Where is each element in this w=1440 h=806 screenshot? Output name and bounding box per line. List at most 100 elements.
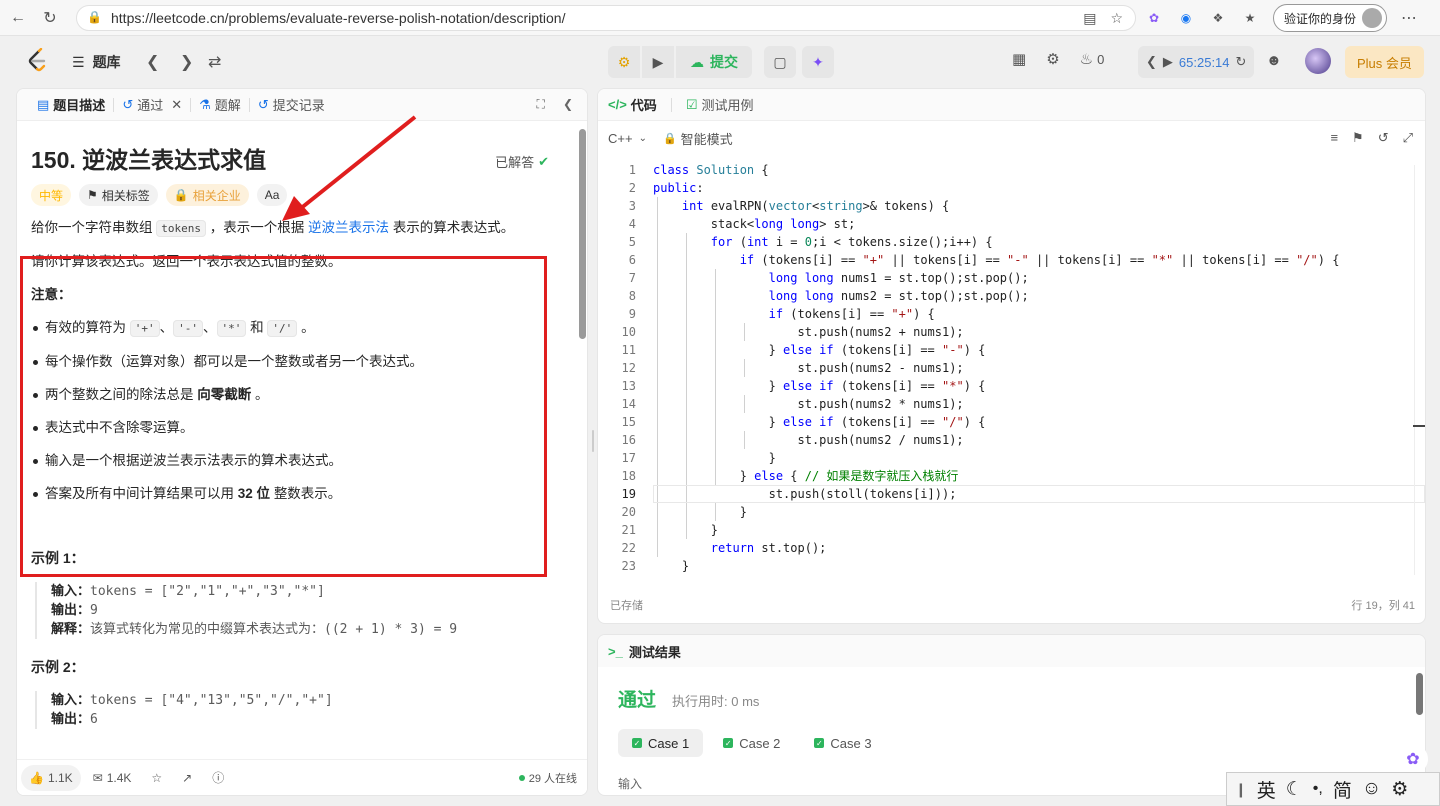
- text: 。: [255, 387, 269, 402]
- lock-icon[interactable]: 🔒: [87, 10, 103, 26]
- line-number: 21: [621, 523, 636, 537]
- example-block: 输入：tokens = ["2","1","+","3","*"] 输出：9 解…: [35, 582, 563, 639]
- debug-icon[interactable]: ⚙: [608, 46, 640, 78]
- timer-collapse-icon[interactable]: ❮: [1146, 54, 1157, 70]
- extensions-icon[interactable]: ❖: [1209, 9, 1227, 27]
- user-avatar[interactable]: [1305, 48, 1331, 74]
- comments-button[interactable]: ✉ 1.4K: [85, 765, 140, 791]
- ime-handle-icon[interactable]: ❙: [1235, 781, 1247, 798]
- ai-sparkle-icon[interactable]: ✦: [802, 46, 834, 78]
- timer-reset-icon[interactable]: ↻: [1236, 54, 1247, 70]
- help-icon[interactable]: ⓘ: [204, 765, 232, 791]
- smart-mode-button[interactable]: 🔒 智能模式: [663, 129, 733, 148]
- browser-toolbar: ← ↻ 🔒 https://leetcode.cn/problems/evalu…: [0, 0, 1440, 36]
- notes-icon[interactable]: ▢: [764, 46, 796, 78]
- ime-language-toggle[interactable]: 英: [1257, 776, 1276, 803]
- moon-icon[interactable]: ☾: [1286, 778, 1303, 801]
- fullscreen-icon[interactable]: ⤢: [1403, 130, 1413, 146]
- document-icon: ▤: [37, 96, 50, 112]
- brain-extension-icon[interactable]: ✿: [1145, 9, 1163, 27]
- code-line: 20 }: [598, 503, 1425, 521]
- case-label: Case 2: [739, 735, 781, 751]
- profile-button[interactable]: 验证你的身份: [1273, 4, 1388, 32]
- tab-case-2[interactable]: ✓ Case 2: [709, 729, 794, 757]
- tab-testcases[interactable]: ☑ 测试用例: [686, 95, 754, 114]
- play-icon: ▶: [652, 53, 664, 70]
- star-icon[interactable]: ☆: [143, 765, 170, 791]
- inline-code: '/': [267, 320, 298, 337]
- code-line: 11 } else if (tokens[i] == "-") {: [598, 341, 1425, 359]
- tab-case-1[interactable]: ✓ Case 1: [618, 729, 704, 757]
- reset-icon[interactable]: ↺: [1378, 130, 1389, 146]
- address-bar[interactable]: 🔒 https://leetcode.cn/problems/evaluate-…: [76, 5, 1136, 31]
- tab-case-3[interactable]: ✓ Case 3: [800, 729, 885, 757]
- emoji-icon[interactable]: ☺: [1362, 778, 1381, 800]
- tab-solutions[interactable]: ⚗ 题解: [191, 95, 249, 114]
- example-value: tokens = ["2","1","+","3","*"]: [90, 584, 325, 599]
- line-number: 12: [621, 361, 636, 375]
- favorite-star-icon[interactable]: ☆: [1110, 10, 1123, 27]
- messenger-extension-icon[interactable]: ◉: [1177, 9, 1195, 27]
- check-icon: ✓: [632, 738, 642, 748]
- code-area[interactable]: 1 class Solution { 2 public: 3 int evalRPN…: [598, 161, 1425, 581]
- text: 两个整数之间的除法总是: [45, 387, 194, 402]
- collapse-icon[interactable]: ❮: [563, 97, 573, 112]
- line-number: 22: [621, 541, 636, 555]
- punctuation-icon[interactable]: •,: [1313, 780, 1323, 798]
- chevron-down-icon: ⌄: [638, 132, 647, 144]
- text: 整数表示。: [273, 486, 342, 501]
- submit-button[interactable]: ☁ 提交: [676, 46, 752, 78]
- list-item: 每个操作数（运算对象）都可以是一个整数或者另一个表达式。: [31, 352, 563, 372]
- tab-test-result[interactable]: >_ 测试结果: [598, 635, 1425, 667]
- tab-description[interactable]: ▤ 题目描述: [29, 95, 113, 114]
- code-line: 13 } else if (tokens[i] == "*") {: [598, 377, 1425, 395]
- text: 有效的算符为: [45, 320, 126, 335]
- problem-footer: 👍 1.1K ✉ 1.4K ☆ ↗ ⓘ 29 人在线: [17, 759, 587, 795]
- close-icon[interactable]: ✕: [171, 97, 182, 113]
- note-title: 注意：: [31, 287, 72, 302]
- next-problem-icon[interactable]: ❯: [180, 52, 193, 72]
- tab-code[interactable]: </> 代码: [608, 95, 657, 114]
- check-icon: ✓: [723, 738, 734, 748]
- code-line: 2 public:: [598, 179, 1425, 197]
- language-select[interactable]: C++ ⌄: [608, 131, 647, 146]
- rpn-link[interactable]: 逆波兰表示法: [308, 220, 389, 235]
- reload-icon[interactable]: ↻: [36, 4, 64, 32]
- layout-grid-icon[interactable]: ▦: [1012, 50, 1026, 68]
- like-button[interactable]: 👍 1.1K: [21, 764, 81, 791]
- example-label: 输入：: [51, 692, 91, 707]
- scrollbar[interactable]: [1416, 673, 1423, 715]
- plus-member-button[interactable]: Plus 会员: [1345, 46, 1424, 78]
- format-icon[interactable]: ≡: [1330, 130, 1338, 146]
- ime-simplified-toggle[interactable]: 简: [1333, 776, 1352, 803]
- run-button[interactable]: ▶: [642, 46, 674, 78]
- tab-submissions[interactable]: ↺ 提交记录: [250, 95, 333, 114]
- scrollbar[interactable]: [579, 129, 586, 339]
- ime-settings-icon[interactable]: ⚙: [1391, 778, 1408, 801]
- example-label: 解释：: [51, 621, 91, 636]
- share-icon[interactable]: ↗: [174, 765, 200, 791]
- streak-count: 0: [1097, 51, 1105, 67]
- reader-icon[interactable]: ▤: [1083, 10, 1096, 27]
- maximize-icon[interactable]: ⛶: [537, 97, 545, 112]
- timer-play-icon[interactable]: ▶: [1163, 54, 1173, 70]
- editor-scrollbar[interactable]: [1414, 165, 1415, 575]
- leetcode-logo-icon[interactable]: [24, 48, 50, 74]
- settings-gear-icon[interactable]: ⚙: [1046, 50, 1059, 68]
- problem-list-button[interactable]: ☰ 题库: [72, 52, 121, 72]
- brain-assistant-icon[interactable]: ✿: [1398, 744, 1428, 774]
- more-icon[interactable]: ⋯: [1401, 8, 1417, 28]
- random-problem-icon[interactable]: ⇄: [208, 52, 221, 72]
- add-friend-icon[interactable]: ☻: [1266, 52, 1282, 69]
- code-line: 4 stack<long long> st;: [598, 215, 1425, 233]
- prev-problem-icon[interactable]: ❮: [146, 52, 159, 72]
- back-icon[interactable]: ←: [4, 4, 32, 32]
- example-label: 输出：: [51, 711, 91, 726]
- panel-resize-handle[interactable]: [590, 430, 596, 452]
- timer[interactable]: ❮ ▶ 65:25:14 ↻: [1138, 46, 1255, 78]
- url-text[interactable]: https://leetcode.cn/problems/evaluate-re…: [111, 10, 565, 26]
- favorites-icon[interactable]: ★: [1241, 9, 1259, 27]
- bookmark-icon[interactable]: ⚑: [1352, 130, 1364, 146]
- tab-passed[interactable]: ↺ 通过 ✕: [114, 95, 190, 114]
- streak-counter[interactable]: ♨ 0: [1080, 50, 1105, 68]
